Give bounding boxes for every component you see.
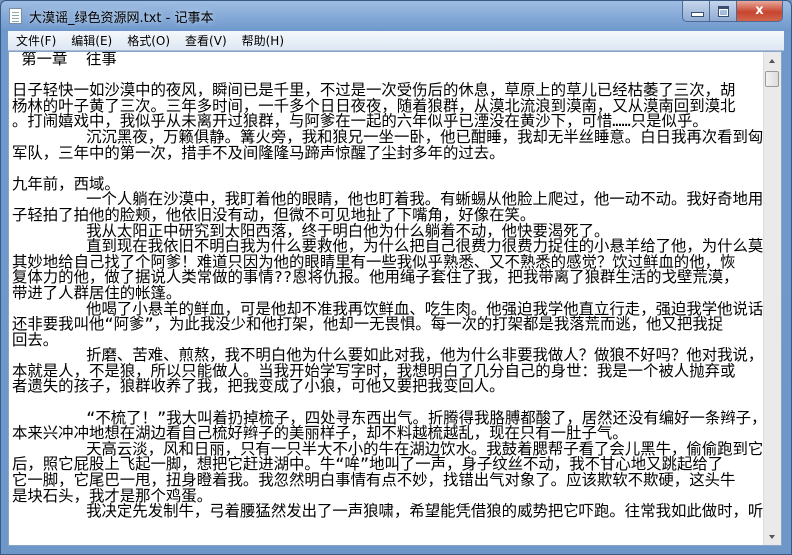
vertical-scrollbar[interactable] xyxy=(763,52,781,545)
menu-format[interactable]: 格式(O) xyxy=(120,32,177,49)
text-line: 第一章 往事 xyxy=(12,51,117,68)
document-text[interactable]: 第一章 往事 日子轻快一如沙漠中的夜风，瞬间已是千里，不过是一次受伤后的休息，草原… xyxy=(12,51,779,521)
text-line: 我决定先发制牛，弓着腰猛然发出了一声狼啸，希望能凭借狼的威势把它吓跑。往常我如此… xyxy=(12,502,779,521)
text-line: 者遗失的孩子，狼群收养了我，把我变成了小狼，可他又要把我变回人。 xyxy=(12,377,505,396)
menu-bar: 文件(F) 编辑(E) 格式(O) 查看(V) 帮助(H) xyxy=(8,31,784,51)
minimize-button[interactable] xyxy=(683,1,710,21)
scroll-down-arrow-icon[interactable] xyxy=(764,528,781,545)
maximize-button[interactable] xyxy=(710,1,737,21)
window-controls: x xyxy=(682,1,783,22)
text-editor[interactable]: 第一章 往事 日子轻快一如沙漠中的夜风，瞬间已是千里，不过是一次受伤后的休息，草原… xyxy=(8,51,782,546)
text-line: 还非要我叫他“阿爹”，为此我没少和他打架，他却一无畏惧。每一次的打架都是我落荒而… xyxy=(12,315,724,334)
close-icon: x xyxy=(755,3,764,18)
menu-help[interactable]: 帮助(H) xyxy=(235,32,291,49)
title-bar[interactable]: 大漠谣_绿色资源网.txt - 记事本 x xyxy=(1,1,791,31)
notepad-icon[interactable] xyxy=(9,8,22,24)
menu-file[interactable]: 文件(F) xyxy=(9,32,63,49)
scroll-up-arrow-icon[interactable] xyxy=(764,52,781,69)
window-title: 大漠谣_绿色资源网.txt - 记事本 xyxy=(29,11,214,26)
close-button[interactable]: x xyxy=(737,1,782,21)
text-line xyxy=(12,161,763,177)
menu-view[interactable]: 查看(V) xyxy=(178,32,234,49)
notepad-window: 大漠谣_绿色资源网.txt - 记事本 x 文件(F) 编辑(E) 格式(O) … xyxy=(0,0,792,555)
menu-edit[interactable]: 编辑(E) xyxy=(64,32,119,49)
text-line: 军队，三年中的第一次，措手不及间隆隆马蹄声惊醒了尘封多年的过去。 xyxy=(12,143,505,162)
scroll-thumb[interactable] xyxy=(765,71,779,87)
